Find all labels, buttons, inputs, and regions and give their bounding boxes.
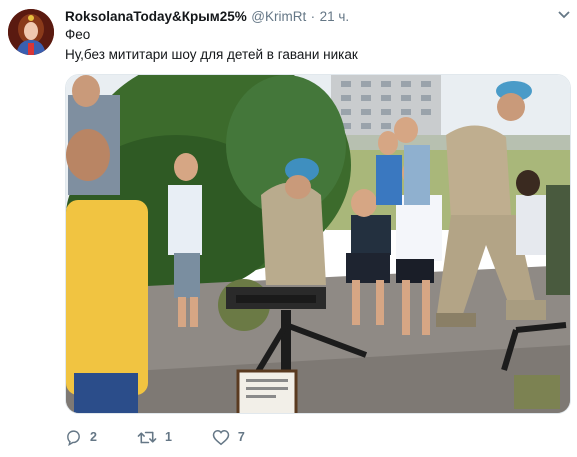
heart-icon bbox=[212, 429, 230, 445]
retweet-count: 1 bbox=[164, 430, 172, 444]
separator-dot: · bbox=[310, 9, 316, 24]
tweet-time[interactable]: 21 ч. bbox=[320, 9, 350, 24]
avatar[interactable] bbox=[8, 9, 54, 55]
display-name[interactable]: RoksolanaToday&Крым25% bbox=[65, 9, 247, 24]
tweet-photo[interactable] bbox=[65, 74, 571, 414]
retweet-icon bbox=[137, 431, 157, 443]
like-count: 7 bbox=[237, 430, 245, 444]
user-handle[interactable]: @KrimRt bbox=[251, 9, 306, 24]
tweet-text-line-2: Ну,без мититари шоу для детей в гавани н… bbox=[65, 47, 358, 62]
like-button[interactable]: 7 bbox=[212, 429, 245, 446]
photo-military-show bbox=[66, 75, 570, 413]
tweet-header: RoksolanaToday&Крым25% @KrimRt · 21 ч. bbox=[65, 8, 567, 26]
reply-count: 2 bbox=[90, 430, 97, 444]
reply-icon bbox=[67, 429, 80, 446]
retweet-button[interactable]: 1 bbox=[137, 429, 172, 446]
reply-button[interactable]: 2 bbox=[65, 429, 97, 446]
chevron-down-icon[interactable] bbox=[557, 10, 571, 20]
tweet-text-line-1: Фео bbox=[65, 27, 91, 42]
tweet: RoksolanaToday&Крым25% @KrimRt · 21 ч. Ф… bbox=[0, 0, 577, 457]
avatar-portrait bbox=[8, 9, 54, 55]
tweet-actions: 2 1 7 bbox=[65, 427, 285, 447]
